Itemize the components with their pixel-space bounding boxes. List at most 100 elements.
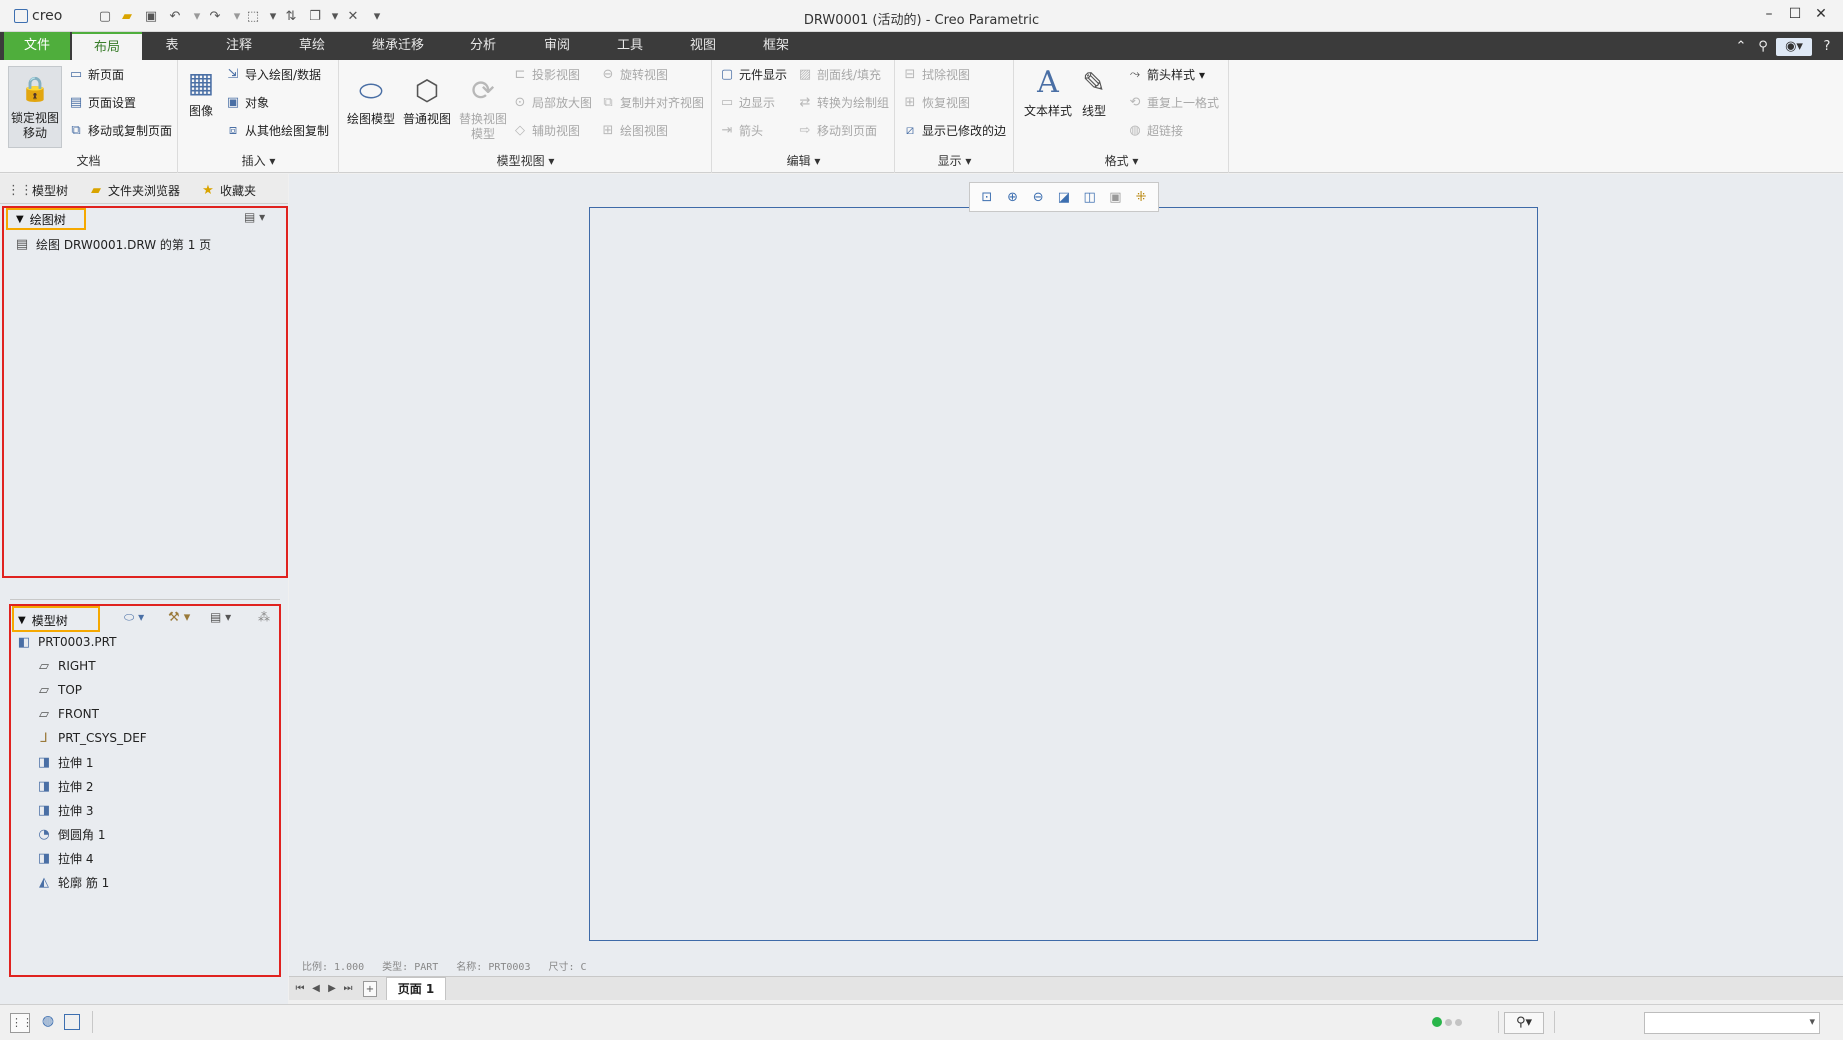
close-icon[interactable]: ✕	[1810, 6, 1832, 26]
general-view-button[interactable]: ⬡ 普通视图	[400, 72, 454, 127]
search-help-icon[interactable]: ⚲	[1754, 38, 1772, 56]
first-page-icon[interactable]: ⏮	[293, 981, 307, 997]
lock-view-move-button[interactable]: 🔒 锁定视图 移动	[8, 66, 62, 148]
tab-sketch[interactable]: 草绘	[287, 32, 337, 60]
text-style-button[interactable]: A 文本样式	[1021, 64, 1075, 119]
group-model-views-label[interactable]: 模型视图 ▾	[340, 152, 711, 169]
tree-item-label: 轮廓 筋 1	[58, 875, 110, 890]
drawing-tree-highlight	[2, 206, 288, 578]
text-style-label: 文本样式	[1023, 104, 1072, 118]
find-icon[interactable]: ⚲▾	[1504, 1012, 1544, 1034]
tree-item[interactable]: ◨ 拉伸 4	[36, 848, 94, 868]
model-tree-root[interactable]: ◧ PRT0003.PRT	[16, 632, 117, 652]
minimize-ribbon-icon[interactable]: ⌃	[1732, 38, 1750, 56]
page-setup-button[interactable]: ▤ 页面设置	[68, 94, 136, 111]
image-button[interactable]: ▦ 图像	[183, 64, 219, 119]
auxiliary-view-icon: ◇	[515, 123, 525, 138]
group-document-label: 文档	[76, 154, 101, 168]
repeat-format-button: ⟲ 重复上一格式	[1127, 94, 1219, 111]
drawing-tree-settings-icon[interactable]: ▤ ▾	[244, 210, 265, 224]
part-icon: ◧	[17, 634, 31, 650]
new-page-button[interactable]: ▭ 新页面	[68, 66, 124, 83]
page-setup-label: 页面设置	[88, 96, 137, 110]
drawing-tree-title: 绘图树	[29, 213, 66, 227]
page-tab-1[interactable]: 页面 1	[386, 977, 446, 1000]
section-fill-label: 剖面线/填充	[817, 68, 882, 82]
component-display-label: 元件显示	[739, 68, 788, 82]
zoom-out-icon[interactable]: ⊖	[1029, 188, 1047, 206]
tab-model-tree[interactable]: ⋮⋮ 模型树	[7, 180, 68, 200]
tab-tools[interactable]: 工具	[605, 32, 655, 60]
tree-item[interactable]: ▱ TOP	[36, 680, 82, 700]
tab-annotate[interactable]: 注释	[214, 32, 264, 60]
detailed-view-icon: ⊙	[514, 95, 526, 110]
next-page-icon[interactable]: ▶	[325, 981, 339, 997]
repeat-format-label: 重复上一格式	[1147, 96, 1220, 110]
last-page-icon[interactable]: ⏭	[341, 981, 355, 997]
tree-filter-icon[interactable]: ⁂	[258, 610, 270, 624]
object-button[interactable]: ▣ 对象	[225, 94, 269, 111]
drawing-tree-item[interactable]: ▤ 绘图 DRW0001.DRW 的第 1 页	[14, 234, 211, 254]
selection-filter-dropdown[interactable]: ▾	[1644, 1012, 1820, 1034]
tree-settings-icon[interactable]: ▤ ▾	[210, 610, 231, 624]
hyperlink-label: 超链接	[1147, 124, 1184, 138]
help-icon[interactable]: ?	[1818, 38, 1836, 56]
tab-layout[interactable]: 布局	[72, 32, 142, 60]
show-modified-edges-button[interactable]: ⧄ 显示已修改的边	[902, 122, 1006, 139]
copy-from-other-drawing-button[interactable]: ⧈ 从其他绘图复制	[225, 122, 329, 139]
navigator-toggle-icon[interactable]: ⋮⋮	[10, 1013, 33, 1033]
tab-view[interactable]: 视图	[678, 32, 728, 60]
maximize-icon[interactable]: ☐	[1784, 6, 1806, 26]
import-drawing-button[interactable]: ⇲ 导入绘图/数据	[225, 66, 322, 83]
model-tree-header[interactable]: ▼ 模型树	[18, 612, 68, 629]
group-format-label[interactable]: 格式 ▾	[1015, 152, 1228, 169]
tree-item[interactable]: ◨ 拉伸 1	[36, 752, 94, 772]
browser-toggle-icon[interactable]: ◍	[38, 1013, 58, 1033]
tree-item[interactable]: ▱ FRONT	[36, 704, 99, 724]
datum-display-icon[interactable]: ⁜	[1132, 188, 1150, 206]
arrow-icon: ⇥	[721, 123, 733, 138]
show-model-icon[interactable]: ⬭ ▾	[124, 610, 144, 625]
auxiliary-view-label: 辅助视图	[532, 124, 581, 138]
tree-tools-icon[interactable]: ⚒ ▾	[168, 610, 190, 625]
tree-item[interactable]: ⅃ PRT_CSYS_DEF	[36, 728, 146, 748]
zoom-in-icon[interactable]: ⊕	[1004, 188, 1022, 206]
tree-item[interactable]: ◭ 轮廓 筋 1	[36, 872, 109, 892]
repaint-icon[interactable]: ◪	[1055, 188, 1073, 206]
previous-page-icon[interactable]: ◀	[309, 981, 323, 997]
repeat-format-icon: ⟲	[1129, 95, 1141, 110]
drawing-sheet[interactable]	[589, 207, 1538, 941]
drawing-model-button[interactable]: ⬭ 绘图模型	[344, 72, 398, 127]
display-style-icon[interactable]: ◫	[1081, 188, 1099, 206]
group-edit-label[interactable]: 编辑 ▾	[713, 152, 894, 169]
pane-divider[interactable]	[10, 599, 280, 600]
creo-community-icon[interactable]: ◉▾	[1776, 38, 1812, 56]
group-display-label[interactable]: 显示 ▾	[896, 152, 1013, 169]
tab-analysis[interactable]: 分析	[458, 32, 508, 60]
component-display-icon: ▢	[720, 67, 734, 82]
fullscreen-icon[interactable]	[64, 1014, 80, 1030]
tab-legacy-migration[interactable]: 继承迁移	[362, 32, 434, 60]
arrow-style-button[interactable]: ⤳ 箭头样式 ▾	[1127, 66, 1205, 83]
saved-orientations-icon[interactable]: ▣	[1106, 188, 1124, 206]
add-page-icon[interactable]: +	[363, 981, 377, 997]
move-copy-page-button[interactable]: ⧉ 移动或复制页面	[68, 122, 172, 139]
tree-item[interactable]: ◨ 拉伸 2	[36, 776, 94, 796]
drawing-view-icon: ⊞	[602, 123, 614, 138]
line-style-button[interactable]: ✎ 线型	[1073, 64, 1115, 119]
tab-table[interactable]: 表	[150, 32, 194, 60]
minimize-icon[interactable]: –	[1758, 6, 1780, 26]
group-insert-label[interactable]: 插入 ▾	[179, 152, 338, 169]
component-display-button[interactable]: ▢ 元件显示	[719, 66, 787, 83]
drawing-tree-header[interactable]: ▼ 绘图树	[16, 211, 66, 228]
tree-item[interactable]: ◔ 倒圆角 1	[36, 824, 105, 844]
tab-folder-browser[interactable]: ▰ 文件夹浏览器	[88, 180, 180, 200]
tab-file[interactable]: 文件	[4, 32, 70, 60]
regeneration-status[interactable]	[1432, 1017, 1462, 1027]
tab-frame[interactable]: 框架	[751, 32, 801, 60]
tree-item[interactable]: ◨ 拉伸 3	[36, 800, 94, 820]
tab-review[interactable]: 审阅	[532, 32, 582, 60]
tab-favorites[interactable]: ★ 收藏夹	[200, 180, 256, 200]
tree-item[interactable]: ▱ RIGHT	[36, 656, 96, 676]
refit-icon[interactable]: ⊡	[978, 188, 996, 206]
